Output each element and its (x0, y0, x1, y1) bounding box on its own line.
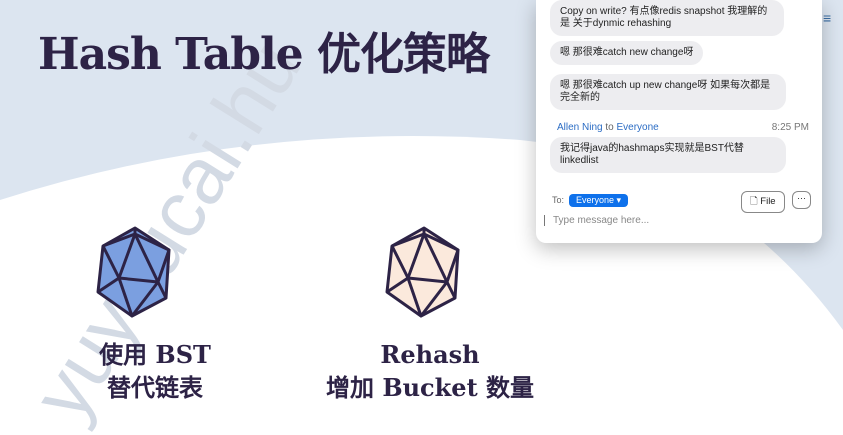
message-time: 8:25 PM (771, 122, 809, 133)
chat-message: 嗯 那很难catch new change呀 (550, 41, 704, 65)
chat-message: 我记得java的hashmaps实现就是BST代替linkedlist (550, 137, 786, 173)
more-options-button[interactable]: ··· (792, 191, 811, 209)
sender-name[interactable]: Allen Ning (557, 122, 603, 133)
menu-icon[interactable]: ≡ (823, 10, 831, 26)
icosahedron-blue-icon (96, 226, 171, 318)
caption-bst: 使用 BST 替代链表 (70, 338, 240, 404)
chat-panel: Copy on write? 有点像redis snapshot 我理解的是 关… (536, 0, 822, 243)
icosahedron-peach-icon (385, 226, 460, 318)
file-label: File (760, 196, 776, 207)
file-icon: 🗋 (750, 196, 761, 207)
to-word: to (605, 122, 614, 133)
recipient-dropdown[interactable]: Everyone ▾ (569, 194, 629, 207)
to-label: To: (552, 195, 565, 205)
message-input[interactable]: Type message here... (544, 215, 804, 226)
slide-title: Hash Table 优化策略 (38, 29, 490, 80)
chat-message: Copy on write? 有点像redis snapshot 我理解的是 关… (550, 0, 784, 36)
message-meta: Allen Ning to Everyone 8:25 PM (557, 122, 809, 133)
caption-line: 增加 Bucket 数量 (325, 373, 535, 402)
caption-rehash: Rehash 增加 Bucket 数量 (300, 338, 560, 404)
background-window-strip (822, 0, 843, 250)
caption-line: Rehash (380, 340, 480, 369)
chat-message: 嗯 那很难catch up new change呀 如果每次都是完全新的 (550, 74, 786, 110)
file-button[interactable]: 🗋 File (741, 191, 785, 213)
caption-line: 使用 BST (99, 340, 211, 369)
recipient-name: Everyone (616, 122, 659, 133)
caption-line: 替代链表 (107, 373, 203, 402)
